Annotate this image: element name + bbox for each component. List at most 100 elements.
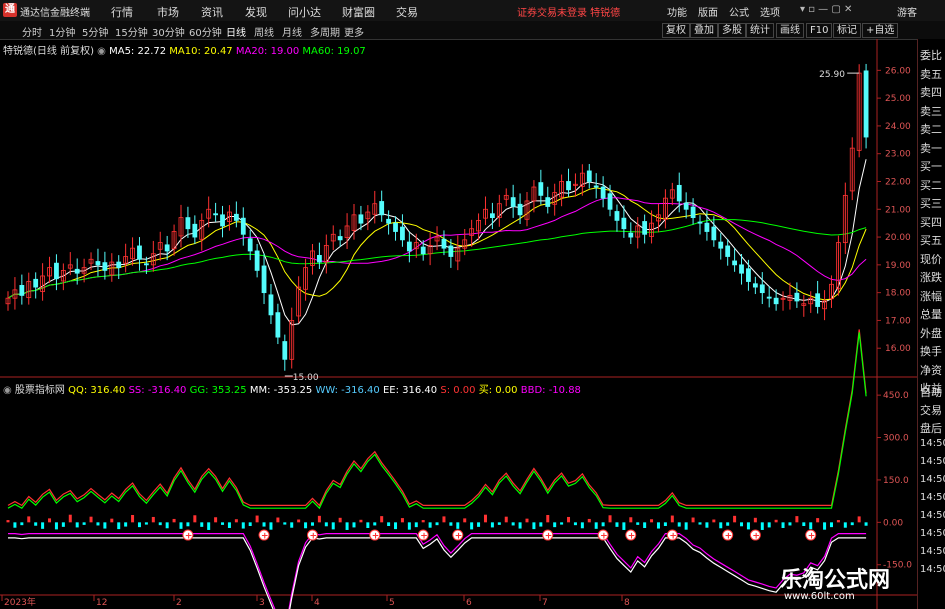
volume-bar	[34, 522, 38, 526]
side-label: 卖一	[920, 141, 942, 155]
menu-options[interactable]: 选项	[760, 4, 780, 19]
price-tick-label: 24.00	[885, 122, 911, 132]
volume-bar	[297, 519, 301, 523]
login-warning[interactable]: 证券交易未登录 特锐德	[517, 4, 620, 19]
candle-body	[621, 217, 627, 230]
volume-bar	[345, 522, 349, 530]
candle-body	[759, 284, 765, 294]
period-60min[interactable]: 60分钟	[189, 24, 222, 39]
window-controls-icon[interactable]: ▾ ▫ — ▢ ✕	[800, 4, 852, 15]
period-timeshare[interactable]: 分时	[22, 24, 42, 39]
quote-side-panel[interactable]: 委比 卖五 卖四 卖三 卖二 卖一 买一 买二 买三 买四 买五 现价 涨跌 涨幅 总量 外盘 换手 净资 收益 自动…	[917, 39, 945, 609]
indicator-name[interactable]: 股票指标网	[15, 385, 65, 396]
candle-body	[545, 197, 551, 207]
volume-bar	[795, 516, 799, 523]
candle-body	[538, 182, 544, 196]
price-tick-label: 20.00	[885, 233, 911, 243]
menu-guest[interactable]: 游客	[897, 4, 917, 19]
toolbar-mark[interactable]: 标记	[833, 23, 861, 38]
side-label: 自动	[920, 386, 942, 399]
volume-bar	[740, 522, 744, 527]
price-tick-label: 18.00	[885, 289, 911, 299]
menu-news[interactable]: 资讯	[201, 4, 223, 20]
volume-bar	[338, 517, 342, 523]
side-label: 卖五	[920, 67, 942, 81]
menu-trade[interactable]: 交易	[396, 4, 418, 20]
volume-bar	[186, 522, 190, 527]
period-1min[interactable]: 1分钟	[49, 24, 75, 39]
volume-bar	[712, 519, 716, 523]
settings-icon[interactable]: ◉	[97, 46, 106, 57]
candle-body	[33, 278, 39, 288]
volume-bar	[857, 516, 861, 523]
time-tick-label: 4	[314, 598, 320, 608]
volume-bar	[643, 522, 647, 528]
candle-body	[358, 214, 364, 224]
volume-bar	[622, 522, 626, 530]
price-tick-label: 23.00	[885, 150, 911, 160]
period-multi[interactable]: 多周期	[310, 24, 340, 39]
menu-assistant[interactable]: 问小达	[288, 4, 321, 20]
volume-bar	[117, 522, 121, 530]
period-30min[interactable]: 30分钟	[152, 24, 185, 39]
period-weekly[interactable]: 周线	[254, 24, 274, 39]
period-more[interactable]: 更多	[344, 24, 364, 39]
legend-mm: MM: -353.25	[249, 385, 313, 396]
volume-bar	[407, 522, 411, 530]
period-monthly[interactable]: 月线	[282, 24, 302, 39]
menu-market[interactable]: 市场	[157, 4, 179, 20]
volume-bar	[27, 516, 31, 523]
side-label: 买一	[920, 160, 942, 173]
period-5min[interactable]: 5分钟	[82, 24, 108, 39]
volume-bar	[131, 514, 135, 523]
period-15min[interactable]: 15分钟	[115, 24, 148, 39]
volume-bar	[75, 522, 79, 528]
kline-chart[interactable]: + + + + + + + + + + + + + 26.00 25.00 24.00 23.00 22.00 2…	[0, 39, 917, 609]
toolbar-overlay[interactable]: 叠加	[690, 23, 718, 38]
volume-bar	[54, 522, 58, 530]
buy-marker-plus: +	[545, 532, 553, 542]
candle-body	[316, 255, 322, 263]
toolbar-adjust[interactable]: 复权	[662, 23, 690, 38]
volume-bar	[359, 519, 363, 523]
volume-bar	[636, 522, 640, 525]
volume-bar	[165, 522, 169, 529]
menu-layout[interactable]: 版面	[698, 4, 718, 19]
menu-market-quotes[interactable]: 行情	[111, 4, 133, 20]
volume-bar	[227, 522, 231, 528]
candle-body	[863, 70, 869, 138]
toolbar-draw[interactable]: 画线	[776, 23, 804, 38]
toolbar-stats[interactable]: 统计	[746, 23, 774, 38]
volume-bar	[276, 517, 280, 523]
volume-bar	[504, 516, 508, 523]
menu-functions[interactable]: 功能	[667, 4, 687, 19]
toolbar-f10[interactable]: F10	[806, 23, 833, 38]
side-label: 现价	[920, 252, 942, 266]
settings-icon[interactable]: ◉	[3, 385, 12, 396]
candle-body	[517, 203, 523, 216]
candle-body	[420, 246, 426, 255]
time-tick-label: 12	[96, 598, 107, 608]
volume-bar	[546, 514, 550, 523]
menu-discover[interactable]: 发现	[245, 4, 267, 20]
candle-body	[711, 226, 717, 241]
volume-bar	[823, 522, 827, 530]
toolbar-multi-stock[interactable]: 多股	[718, 23, 746, 38]
time-tick-label: 5	[389, 598, 395, 608]
toolbar-add-watchlist[interactable]: +自选	[862, 23, 899, 38]
main-chart-legend: 特锐德(日线 前复权) ◉ MA5: 22.72 MA10: 20.47 MA2…	[3, 42, 366, 57]
volume-bar	[324, 522, 328, 527]
period-daily[interactable]: 日线	[226, 24, 246, 39]
volume-bar	[698, 522, 702, 525]
candle-body	[704, 222, 710, 232]
volume-bar	[802, 522, 806, 527]
candle-body	[628, 232, 634, 238]
volume-bar	[608, 515, 612, 523]
candle-body	[607, 193, 613, 210]
volume-bar	[151, 516, 155, 523]
menu-wealth-circle[interactable]: 财富圈	[342, 4, 375, 20]
volume-bar	[532, 522, 536, 530]
buy-marker-plus: +	[808, 532, 816, 542]
menu-formula[interactable]: 公式	[729, 4, 749, 19]
volume-bar	[615, 522, 619, 527]
